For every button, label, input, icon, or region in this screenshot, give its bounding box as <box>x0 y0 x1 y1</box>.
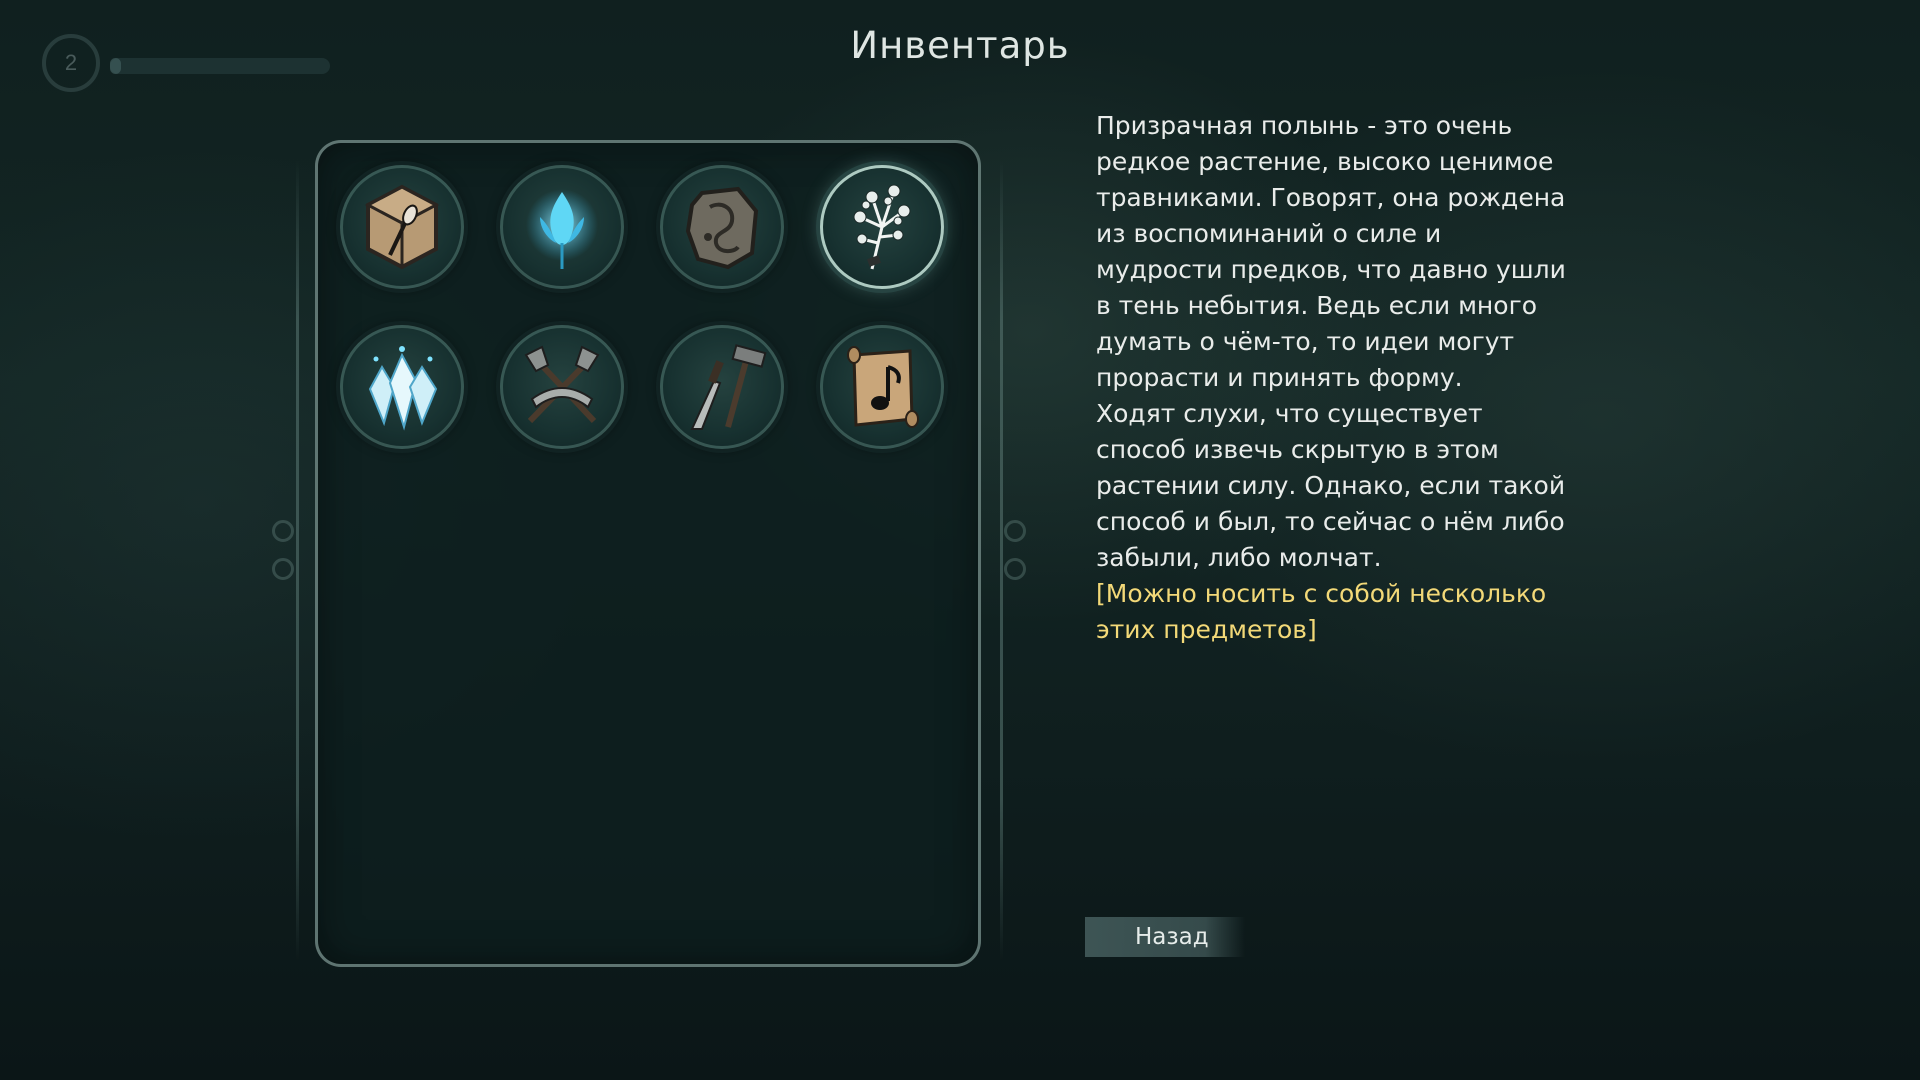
left-rail-decoration <box>296 160 299 960</box>
inventory-slot-selected[interactable] <box>820 165 944 289</box>
music-scroll-icon <box>847 346 919 428</box>
inventory-grid <box>340 165 944 449</box>
blue-flame-flower-icon <box>526 189 598 269</box>
inventory-slot[interactable] <box>500 165 624 289</box>
item-description-rumor: Ходят слухи, что существует способ извеч… <box>1096 399 1566 572</box>
carved-stone-icon <box>685 186 759 270</box>
right-rail-hook <box>1004 558 1026 580</box>
item-description: Призрачная полынь - это очень редкое рас… <box>1096 108 1566 648</box>
back-button[interactable]: Назад <box>1085 917 1245 957</box>
crossed-axes-and-saw-icon <box>524 345 600 424</box>
left-rail-hook <box>272 558 294 580</box>
inventory-slot[interactable] <box>340 165 464 289</box>
inventory-slot[interactable] <box>500 325 624 449</box>
inventory-panel <box>315 140 981 967</box>
left-rail-hook <box>272 520 294 542</box>
inventory-slot[interactable] <box>340 325 464 449</box>
inventory-slot[interactable] <box>660 165 784 289</box>
right-rail-hook <box>1004 520 1026 542</box>
back-button-label: Назад <box>1135 924 1209 950</box>
ghost-wormwood-icon <box>853 184 911 270</box>
item-description-main: Призрачная полынь - это очень редкое рас… <box>1096 111 1566 392</box>
inventory-slot[interactable] <box>660 325 784 449</box>
knife-and-hammer-icon <box>690 344 767 430</box>
ice-crystals-icon <box>368 346 438 431</box>
inventory-slot[interactable] <box>820 325 944 449</box>
item-stackable-note: [Можно носить с собой несколько этих пре… <box>1096 579 1547 644</box>
right-rail-decoration <box>1000 160 1003 960</box>
tinder-pouch-icon <box>364 184 440 270</box>
screen-title: Инвентарь <box>850 24 1070 67</box>
